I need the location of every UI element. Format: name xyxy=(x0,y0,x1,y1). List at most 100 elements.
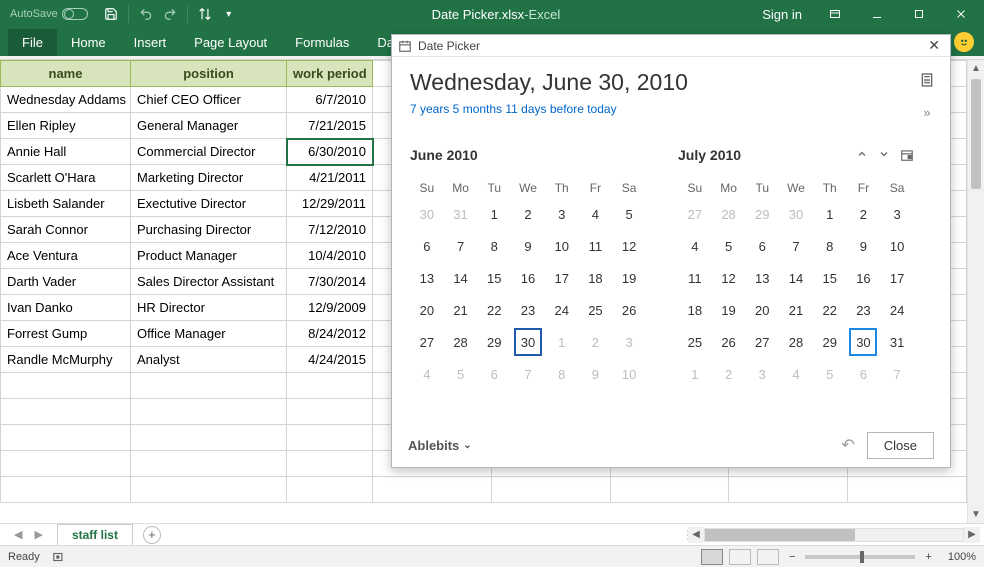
day-cell[interactable]: 31 xyxy=(880,326,914,358)
close-button[interactable]: Close xyxy=(867,432,934,459)
macro-record-icon[interactable] xyxy=(52,550,66,564)
undo-icon[interactable] xyxy=(135,3,157,25)
cell[interactable]: Forrest Gump xyxy=(1,321,131,347)
day-cell[interactable]: 21 xyxy=(444,294,478,326)
scroll-up-icon[interactable]: ▲ xyxy=(968,60,984,77)
view-normal-icon[interactable] xyxy=(701,549,723,565)
add-sheet-icon[interactable]: + xyxy=(143,526,161,544)
save-icon[interactable] xyxy=(100,3,122,25)
day-cell[interactable]: 27 xyxy=(410,326,444,358)
day-cell[interactable]: 27 xyxy=(745,326,779,358)
cell[interactable] xyxy=(1,451,131,477)
cell[interactable] xyxy=(1,373,131,399)
day-cell[interactable]: 1 xyxy=(678,358,712,390)
day-cell[interactable]: 8 xyxy=(545,358,579,390)
day-cell[interactable]: 28 xyxy=(444,326,478,358)
cell[interactable]: Ace Ventura xyxy=(1,243,131,269)
tab-file[interactable]: File xyxy=(8,29,57,56)
cell[interactable] xyxy=(1,399,131,425)
cell[interactable] xyxy=(610,477,729,503)
cell[interactable] xyxy=(373,477,492,503)
cell[interactable]: General Manager xyxy=(131,113,287,139)
day-cell[interactable]: 25 xyxy=(678,326,712,358)
day-cell[interactable]: 2 xyxy=(847,198,881,230)
cell[interactable]: Ellen Ripley xyxy=(1,113,131,139)
zoom-level[interactable]: 100% xyxy=(948,551,976,563)
day-cell[interactable]: 9 xyxy=(579,358,613,390)
cell[interactable]: Office Manager xyxy=(131,321,287,347)
day-cell[interactable]: 6 xyxy=(477,358,511,390)
day-cell[interactable]: 26 xyxy=(712,326,746,358)
signin-link[interactable]: Sign in xyxy=(752,7,812,22)
redo-icon[interactable] xyxy=(159,3,181,25)
cell[interactable] xyxy=(1,477,131,503)
day-cell[interactable]: 10 xyxy=(880,230,914,262)
day-cell[interactable]: 7 xyxy=(779,230,813,262)
day-cell[interactable]: 28 xyxy=(712,198,746,230)
cell[interactable]: 8/24/2012 xyxy=(287,321,373,347)
day-cell[interactable]: 20 xyxy=(745,294,779,326)
day-cell[interactable]: 19 xyxy=(612,262,646,294)
day-cell[interactable]: 20 xyxy=(410,294,444,326)
cell[interactable]: Exectutive Director xyxy=(131,191,287,217)
close-window-icon[interactable] xyxy=(942,2,980,26)
expand-icon[interactable]: » xyxy=(918,103,936,121)
day-cell[interactable]: 2 xyxy=(511,198,545,230)
nav-next-icon[interactable]: ▶ xyxy=(28,528,48,541)
cell[interactable]: 12/29/2011 xyxy=(287,191,373,217)
restore-icon[interactable] xyxy=(900,2,938,26)
zoom-in-icon[interactable]: + xyxy=(921,551,935,563)
cell[interactable]: Purchasing Director xyxy=(131,217,287,243)
day-cell[interactable]: 17 xyxy=(545,262,579,294)
day-cell[interactable]: 29 xyxy=(745,198,779,230)
ribbon-display-icon[interactable] xyxy=(816,2,854,26)
day-cell[interactable]: 24 xyxy=(545,294,579,326)
day-cell[interactable]: 27 xyxy=(678,198,712,230)
day-cell[interactable]: 18 xyxy=(678,294,712,326)
day-cell[interactable]: 3 xyxy=(880,198,914,230)
calculator-icon[interactable] xyxy=(918,71,936,89)
view-page-break-icon[interactable] xyxy=(757,549,779,565)
cell[interactable]: Sales Director Assistant xyxy=(131,269,287,295)
day-cell[interactable]: 31 xyxy=(444,198,478,230)
cell[interactable] xyxy=(729,477,848,503)
day-cell[interactable]: 13 xyxy=(410,262,444,294)
cell[interactable]: Product Manager xyxy=(131,243,287,269)
scroll-down-icon[interactable]: ▼ xyxy=(968,506,984,523)
hscroll-thumb[interactable] xyxy=(705,529,855,541)
cell[interactable]: Lisbeth Salander xyxy=(1,191,131,217)
day-cell[interactable]: 23 xyxy=(511,294,545,326)
tab-formulas[interactable]: Formulas xyxy=(281,29,363,56)
today-icon[interactable] xyxy=(900,148,914,162)
day-cell[interactable]: 15 xyxy=(813,262,847,294)
autosave-toggle[interactable]: AutoSave xyxy=(4,8,94,20)
day-cell[interactable]: 14 xyxy=(779,262,813,294)
cell[interactable]: Randle McMurphy xyxy=(1,347,131,373)
day-cell[interactable]: 12 xyxy=(712,262,746,294)
cell[interactable]: Analyst xyxy=(131,347,287,373)
day-cell[interactable]: 5 xyxy=(444,358,478,390)
day-cell[interactable]: 18 xyxy=(579,262,613,294)
cell[interactable] xyxy=(848,477,967,503)
day-cell[interactable]: 6 xyxy=(410,230,444,262)
date-diff-link[interactable]: 7 years 5 months 11 days before today xyxy=(410,102,932,116)
day-cell[interactable]: 28 xyxy=(779,326,813,358)
day-cell[interactable]: 14 xyxy=(444,262,478,294)
day-cell[interactable]: 30 xyxy=(410,198,444,230)
cell[interactable] xyxy=(131,425,287,451)
day-cell[interactable]: 7 xyxy=(511,358,545,390)
tab-page-layout[interactable]: Page Layout xyxy=(180,29,281,56)
month-left-title[interactable]: June 2010 xyxy=(410,147,478,163)
day-cell[interactable]: 8 xyxy=(477,230,511,262)
day-cell[interactable]: 25 xyxy=(579,294,613,326)
cell[interactable]: Commercial Director xyxy=(131,139,287,165)
minimize-icon[interactable] xyxy=(858,2,896,26)
day-cell[interactable]: 12 xyxy=(612,230,646,262)
cell[interactable] xyxy=(287,399,373,425)
nav-prev-icon[interactable]: ◀ xyxy=(8,528,28,541)
cell[interactable]: Chief CEO Officer xyxy=(131,87,287,113)
day-cell[interactable]: 23 xyxy=(847,294,881,326)
cell[interactable]: Sarah Connor xyxy=(1,217,131,243)
sort-icon[interactable] xyxy=(194,3,216,25)
day-cell[interactable]: 10 xyxy=(545,230,579,262)
